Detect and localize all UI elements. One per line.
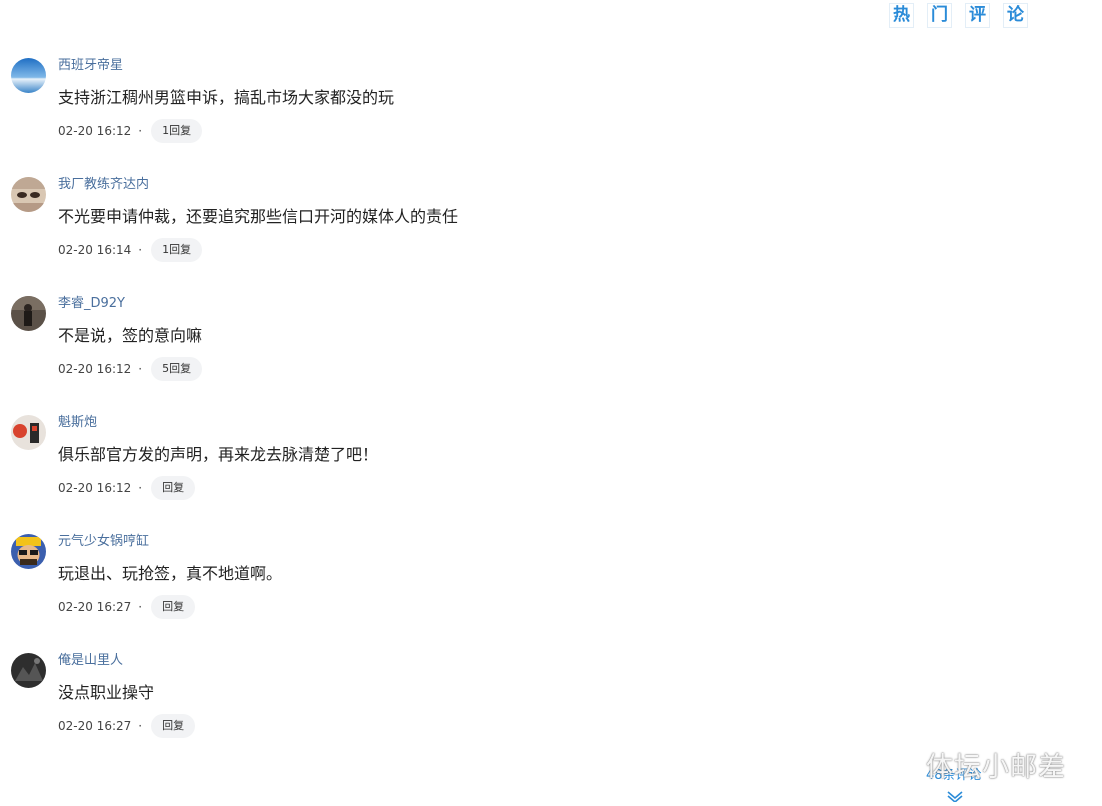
comment-item: 魁斯炮 俱乐部官方发的声明，再来龙去脉清楚了吧！ 02-20 16:12 · 回… [0,415,900,525]
dark-avatar-icon [11,653,46,688]
separator-dot: · [138,243,143,257]
reply-button[interactable]: 回复 [151,476,196,500]
separator-dot: · [138,600,143,614]
comment-meta: 02-20 16:12 · 回复 [58,476,196,500]
comment-time: 02-20 16:12 [58,481,132,495]
reply-button[interactable]: 回复 [151,595,196,619]
user-avatar[interactable] [11,653,46,688]
cartoon-avatar-icon [11,534,46,569]
sky-avatar-icon [11,58,46,93]
user-avatar[interactable] [11,415,46,450]
comment-meta: 02-20 16:12 · 5回复 [58,357,203,381]
user-avatar[interactable] [11,58,46,93]
username[interactable]: 西班牙帝星 [58,58,123,74]
comment-time: 02-20 16:12 [58,362,132,376]
comment-time: 02-20 16:14 [58,243,132,257]
comment-text: 不光要申请仲裁，还要追究那些信口开河的媒体人的责任 [58,207,459,226]
comment-meta: 02-20 16:27 · 回复 [58,714,196,738]
reply-button[interactable]: 1回复 [151,119,203,143]
face-avatar-icon [11,177,46,212]
username[interactable]: 俺是山里人 [58,653,123,669]
reply-button[interactable]: 1回复 [151,238,203,262]
hot-title-char: 评 [965,3,990,28]
person-avatar-icon [11,296,46,331]
comment-text: 支持浙江稠州男篮申诉，搞乱市场大家都没的玩 [58,88,395,107]
hot-title-char: 门 [927,3,952,28]
comment-item: 我厂教练齐达内 不光要申请仲裁，还要追究那些信口开河的媒体人的责任 02-20 … [0,177,900,287]
username[interactable]: 李睿_D92Y [58,296,125,312]
username[interactable]: 我厂教练齐达内 [58,177,149,193]
user-avatar[interactable] [11,177,46,212]
user-avatar[interactable] [11,296,46,331]
hot-comments-title: 热 门 评 论 [889,3,1028,28]
comment-meta: 02-20 16:12 · 1回复 [58,119,203,143]
comment-meta: 02-20 16:14 · 1回复 [58,238,203,262]
comment-time: 02-20 16:27 [58,719,132,733]
reply-button[interactable]: 5回复 [151,357,203,381]
comment-text: 玩退出、玩抢签，真不地道啊。 [58,564,283,583]
reply-button[interactable]: 回复 [151,714,196,738]
comment-time: 02-20 16:27 [58,600,132,614]
username[interactable]: 魁斯炮 [58,415,97,431]
hot-title-char: 热 [889,3,914,28]
watermark: 体坛小邮差 [926,752,1066,783]
username[interactable]: 元气少女锅哼缸 [58,534,149,550]
comment-time: 02-20 16:12 [58,124,132,138]
separator-dot: · [138,362,143,376]
separator-dot: · [138,719,143,733]
red-avatar-icon [11,415,46,450]
comment-item: 李睿_D92Y 不是说，签的意向嘛 02-20 16:12 · 5回复 [0,296,900,406]
comment-item: 西班牙帝星 支持浙江稠州男篮申诉，搞乱市场大家都没的玩 02-20 16:12 … [0,58,900,168]
comment-text: 不是说，签的意向嘛 [58,326,203,345]
hot-title-char: 论 [1003,3,1028,28]
separator-dot: · [138,481,143,495]
comment-text: 没点职业操守 [58,683,155,702]
comment-item: 元气少女锅哼缸 玩退出、玩抢签，真不地道啊。 02-20 16:27 · 回复 [0,534,900,644]
user-avatar[interactable] [11,534,46,569]
comment-meta: 02-20 16:27 · 回复 [58,595,196,619]
comment-text: 俱乐部官方发的声明，再来龙去脉清楚了吧！ [58,445,379,464]
comment-item: 俺是山里人 没点职业操守 02-20 16:27 · 回复 [0,653,900,763]
separator-dot: · [138,124,143,138]
chevron-down-icon[interactable] [946,787,964,806]
